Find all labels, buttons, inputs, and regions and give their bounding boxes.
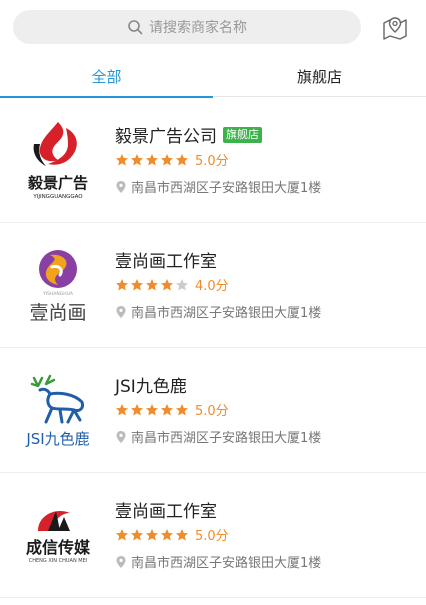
flagship-badge: 旗舰店 (223, 126, 262, 143)
star-icon (116, 153, 128, 165)
svg-text:CHENG XIN CHUAN MEI: CHENG XIN CHUAN MEI (29, 558, 87, 564)
store-list: 毅景广告 YIJINGGUANGGAO 毅景广告公司 旗舰店 5.0分 南昌市西… (0, 98, 426, 598)
star-icon (176, 403, 188, 415)
svg-text:壹尚画: 壹尚画 (29, 302, 86, 324)
star-icon (146, 528, 158, 540)
star-rating (115, 528, 189, 542)
rating-score: 5.0分 (195, 154, 229, 169)
rating-score: 4.0分 (195, 279, 229, 294)
svg-text:YIJINGGUANGGAO: YIJINGGUANGGAO (32, 194, 83, 200)
star-icon (146, 153, 158, 165)
rating-score: 5.0分 (195, 404, 229, 419)
map-button[interactable] (380, 13, 410, 43)
store-name: 壹尚画工作室 (115, 502, 217, 522)
store-name: JSI九色鹿 (115, 377, 187, 397)
svg-text:毅景广告: 毅景广告 (27, 174, 88, 192)
star-icon (131, 153, 143, 165)
star-icon (131, 528, 143, 540)
location-icon (116, 180, 126, 193)
store-item[interactable]: 成信传媒 CHENG XIN CHUAN MEI 壹尚画工作室 5.0分 南昌市… (0, 473, 426, 598)
star-icon (116, 528, 128, 540)
store-item[interactable]: YISHANGHUA 壹尚画 壹尚画工作室 4.0分 南昌市西湖区子安路银田大厦… (0, 223, 426, 348)
deer-logo: JSI九色鹿 (12, 364, 104, 456)
svg-text:成信传媒: 成信传媒 (26, 538, 91, 557)
star-rating (115, 403, 189, 417)
svg-text:YISHANGHUA: YISHANGHUA (42, 291, 74, 297)
star-icon (176, 528, 188, 540)
store-name: 毅景广告公司 (115, 127, 217, 147)
svg-text:JSI九色鹿: JSI九色鹿 (25, 430, 89, 448)
location-icon (116, 305, 126, 318)
star-icon (161, 528, 173, 540)
star-icon (131, 278, 143, 290)
star-icon (146, 403, 158, 415)
yishanghua-logo: YISHANGHUA 壹尚画 (12, 239, 104, 331)
star-icon (176, 153, 188, 165)
location-icon (116, 555, 126, 568)
search-icon (128, 20, 143, 35)
chengxin-logo: 成信传媒 CHENG XIN CHUAN MEI (12, 489, 104, 581)
search-input[interactable]: 请搜索商家名称 (13, 10, 361, 44)
top-bar: 请搜索商家名称 (0, 0, 426, 54)
tab-all[interactable]: 全部 (0, 55, 213, 98)
star-icon (161, 153, 173, 165)
location-icon (116, 430, 126, 443)
star-icon (116, 278, 128, 290)
store-address: 南昌市西湖区子安路银田大厦1楼 (131, 306, 322, 321)
star-icon (161, 403, 173, 415)
rating-score: 5.0分 (195, 529, 229, 544)
store-item[interactable]: 毅景广告 YIJINGGUANGGAO 毅景广告公司 旗舰店 5.0分 南昌市西… (0, 98, 426, 223)
yijing-logo: 毅景广告 YIJINGGUANGGAO (12, 114, 104, 206)
star-icon (161, 278, 173, 290)
star-rating (115, 278, 189, 292)
star-icon (146, 278, 158, 290)
store-name: 壹尚画工作室 (115, 252, 217, 272)
star-rating (115, 153, 189, 167)
star-empty-icon (176, 278, 188, 290)
tab-flagship[interactable]: 旗舰店 (213, 55, 426, 97)
store-address: 南昌市西湖区子安路银田大厦1楼 (131, 556, 322, 571)
tab-bar: 全部 旗舰店 (0, 55, 426, 98)
store-item[interactable]: JSI九色鹿 JSI九色鹿 5.0分 南昌市西湖区子安路银田大厦1楼 (0, 348, 426, 473)
search-placeholder: 请搜索商家名称 (149, 20, 247, 36)
star-icon (131, 403, 143, 415)
store-address: 南昌市西湖区子安路银田大厦1楼 (131, 431, 322, 446)
star-icon (116, 403, 128, 415)
map-pin-icon (383, 17, 407, 40)
store-address: 南昌市西湖区子安路银田大厦1楼 (131, 181, 322, 196)
